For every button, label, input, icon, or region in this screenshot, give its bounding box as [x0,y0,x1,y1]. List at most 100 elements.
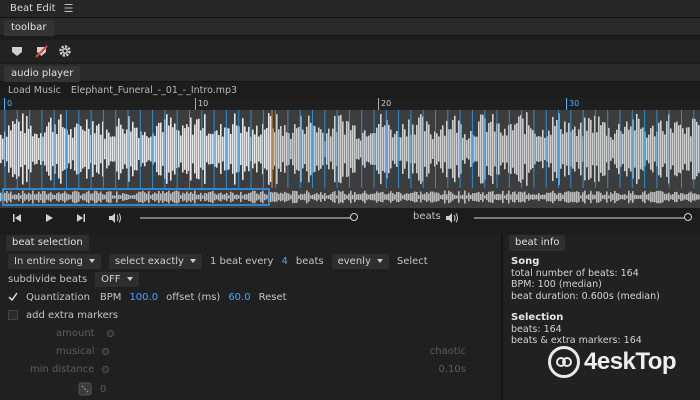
waveform-sample [6,136,8,162]
subdivide-dropdown[interactable]: OFF [95,271,139,287]
overview-sample [122,193,124,201]
overview-sample [680,192,682,202]
waveform-sample [532,129,534,169]
waveform-view[interactable] [0,110,700,208]
overview-sample [100,191,102,203]
skip-back-icon[interactable] [10,211,24,225]
waveform-sample [456,132,458,166]
waveform-sample [514,124,516,174]
scope-dropdown[interactable]: In entire song [8,253,101,269]
waveform-sample [204,114,206,184]
tab-toolbar[interactable]: toolbar [4,20,54,36]
waveform-sample [112,136,114,162]
ruler-mark-10: 10 [195,98,208,110]
hamburger-menu-icon[interactable]: ☰ [64,2,74,15]
overview-sample [340,191,342,203]
dice-icon[interactable] [78,382,92,396]
waveform-sample [96,125,98,173]
waveform-sample [454,115,456,183]
min-distance-slider-knob[interactable] [102,365,110,373]
timeline-ruler[interactable]: 0 10 20 30 [0,98,700,110]
waveform-sample [604,122,606,176]
waveform-sample [502,135,504,163]
overview-sample [552,190,554,204]
beats-volume-slider-knob[interactable] [684,213,692,221]
waveform-sample [316,132,318,166]
waveform-sample [392,137,394,161]
offset-input[interactable]: 60.0 [228,292,250,303]
waveform-sample [64,128,66,170]
waveform-sample [476,136,478,162]
amount-slider-knob[interactable] [106,329,114,337]
overview-sample [258,194,260,200]
waveform-sample [190,117,192,181]
overview-sample [438,193,440,201]
tab-audio-player[interactable]: audio player [4,66,81,82]
overview-sample [692,193,694,201]
volume-icon[interactable] [108,211,122,225]
waveform-sample [310,122,312,176]
overview-sample [380,192,382,202]
gear-icon[interactable] [58,44,72,58]
spacing-dropdown[interactable]: evenly [331,253,389,269]
overview-sample [358,193,360,201]
waveform-sample [184,128,186,170]
select-button[interactable]: Select [397,256,428,267]
waveform-sample [76,123,78,175]
mode-dropdown[interactable]: select exactly [108,253,202,269]
overview-sample [262,190,264,204]
extra-markers-checkbox[interactable] [8,310,18,320]
overview-sample [468,192,470,202]
overview-sample [256,193,258,201]
waveform-sample [636,113,638,185]
overview-sample [446,194,448,200]
no-marker-icon[interactable] [34,44,48,58]
waveform-sample [138,137,140,161]
overview-sample [226,192,228,202]
waveform-sample [662,131,664,167]
position-slider[interactable] [140,217,354,219]
overview-sample [24,193,26,201]
beats-unit-label: beats [295,255,324,267]
waveform-sample [420,114,422,184]
overview-sample [306,190,308,204]
overview-sample [30,194,32,200]
tab-beat-info[interactable]: beat info [509,235,566,251]
beats-volume-icon[interactable] [445,211,459,225]
load-music-button[interactable]: Load Music [8,85,61,96]
skip-forward-icon[interactable] [74,211,88,225]
waveform-sample [70,129,72,169]
musical-slider-knob[interactable] [102,347,110,355]
overview-sample [344,193,346,201]
tab-beat-selection[interactable]: beat selection [6,235,89,251]
overview-sample [686,194,688,200]
waveform-sample [500,132,502,166]
waveform-sample [162,132,164,166]
overview-sample [18,193,20,201]
overview-sample [266,194,268,200]
waveform-sample [474,136,476,162]
overview-sample [300,193,302,201]
waveform-sample [86,119,88,179]
overview-sample [28,192,30,202]
reset-button[interactable]: Reset [259,292,287,303]
overview-sample [134,194,136,200]
overview-sample [622,194,624,200]
overview-sample [570,192,572,202]
overview-sample [146,193,148,201]
beat-duration: beat duration: 0.600s (median) [511,290,660,302]
waveform-sample [516,123,518,175]
marker-icon[interactable] [10,44,24,58]
position-slider-knob[interactable] [350,213,358,221]
beats-volume-slider[interactable] [474,217,688,219]
bpm-input[interactable]: 100.0 [129,292,158,303]
quantization-checkbox[interactable] [8,292,18,302]
every-value-input[interactable]: 4 [281,256,287,267]
overview-sample [582,192,584,202]
chevron-down-icon [126,277,133,281]
overview-sample [474,193,476,201]
waveform-sample [32,136,34,162]
play-icon[interactable] [42,211,56,225]
waveform-sample [642,127,644,171]
overview-sample [616,192,618,202]
